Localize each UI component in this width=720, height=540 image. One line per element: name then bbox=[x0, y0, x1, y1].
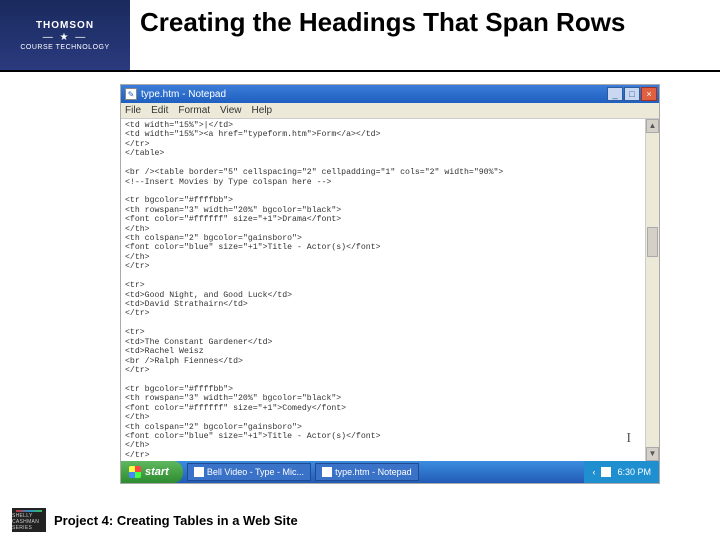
menu-edit[interactable]: Edit bbox=[151, 105, 168, 116]
footer-logo-text: SHELLY CASHMAN SERIES bbox=[12, 513, 46, 531]
notepad-text-area[interactable]: <td width="15%">|</td> <td width="15%"><… bbox=[121, 119, 645, 461]
notepad-task-icon bbox=[322, 467, 332, 477]
tray-clock: 6:30 PM bbox=[617, 467, 651, 477]
slide-footer: SHELLY CASHMAN SERIES Project 4: Creatin… bbox=[0, 508, 720, 532]
notepad-titlebar[interactable]: ✎ type.htm - Notepad _ □ × bbox=[121, 85, 659, 103]
scroll-down-button[interactable]: ▼ bbox=[646, 447, 659, 461]
notepad-window: ✎ type.htm - Notepad _ □ × File Edit For… bbox=[120, 84, 660, 484]
footer-text: Project 4: Creating Tables in a Web Site bbox=[54, 513, 298, 528]
tray-chevron-icon[interactable]: ‹ bbox=[592, 467, 595, 477]
minimize-button[interactable]: _ bbox=[607, 87, 623, 101]
browser-icon bbox=[194, 467, 204, 477]
windows-flag-icon bbox=[129, 466, 141, 478]
slide-header: THOMSON — ★ — COURSE TECHNOLOGY Creating… bbox=[0, 0, 720, 72]
logo-top-text: THOMSON bbox=[36, 20, 94, 31]
notepad-menubar: File Edit Format View Help bbox=[121, 103, 659, 119]
menu-view[interactable]: View bbox=[220, 105, 242, 116]
vertical-scrollbar[interactable]: ▲ ▼ bbox=[645, 119, 659, 461]
taskbar-item-notepad[interactable]: type.htm - Notepad bbox=[315, 463, 419, 481]
taskbar-item-browser[interactable]: Bell Video - Type - Mic... bbox=[187, 463, 311, 481]
menu-format[interactable]: Format bbox=[178, 105, 210, 116]
close-button[interactable]: × bbox=[641, 87, 657, 101]
notepad-icon: ✎ bbox=[125, 88, 137, 100]
menu-help[interactable]: Help bbox=[252, 105, 273, 116]
logo-bottom-text: COURSE TECHNOLOGY bbox=[20, 44, 109, 51]
notepad-title: type.htm - Notepad bbox=[141, 89, 607, 100]
maximize-button[interactable]: □ bbox=[624, 87, 640, 101]
menu-file[interactable]: File bbox=[125, 105, 141, 116]
slide-title: Creating the Headings That Span Rows bbox=[130, 0, 625, 38]
scroll-up-button[interactable]: ▲ bbox=[646, 119, 659, 133]
text-cursor: I bbox=[626, 431, 631, 447]
system-tray[interactable]: ‹ 6:30 PM bbox=[584, 461, 659, 483]
start-button[interactable]: start bbox=[121, 461, 183, 483]
shelly-cashman-logo: SHELLY CASHMAN SERIES bbox=[12, 508, 46, 532]
windows-taskbar: start Bell Video - Type - Mic... type.ht… bbox=[121, 461, 659, 483]
tray-volume-icon[interactable] bbox=[601, 467, 611, 477]
scroll-thumb[interactable] bbox=[647, 227, 658, 257]
thomson-logo: THOMSON — ★ — COURSE TECHNOLOGY bbox=[0, 0, 130, 70]
scroll-track[interactable] bbox=[646, 133, 659, 447]
logo-star: — ★ — bbox=[43, 32, 88, 43]
start-label: start bbox=[145, 466, 169, 478]
taskbar-item-label: type.htm - Notepad bbox=[335, 467, 412, 477]
taskbar-item-label: Bell Video - Type - Mic... bbox=[207, 467, 304, 477]
window-buttons: _ □ × bbox=[607, 87, 657, 101]
